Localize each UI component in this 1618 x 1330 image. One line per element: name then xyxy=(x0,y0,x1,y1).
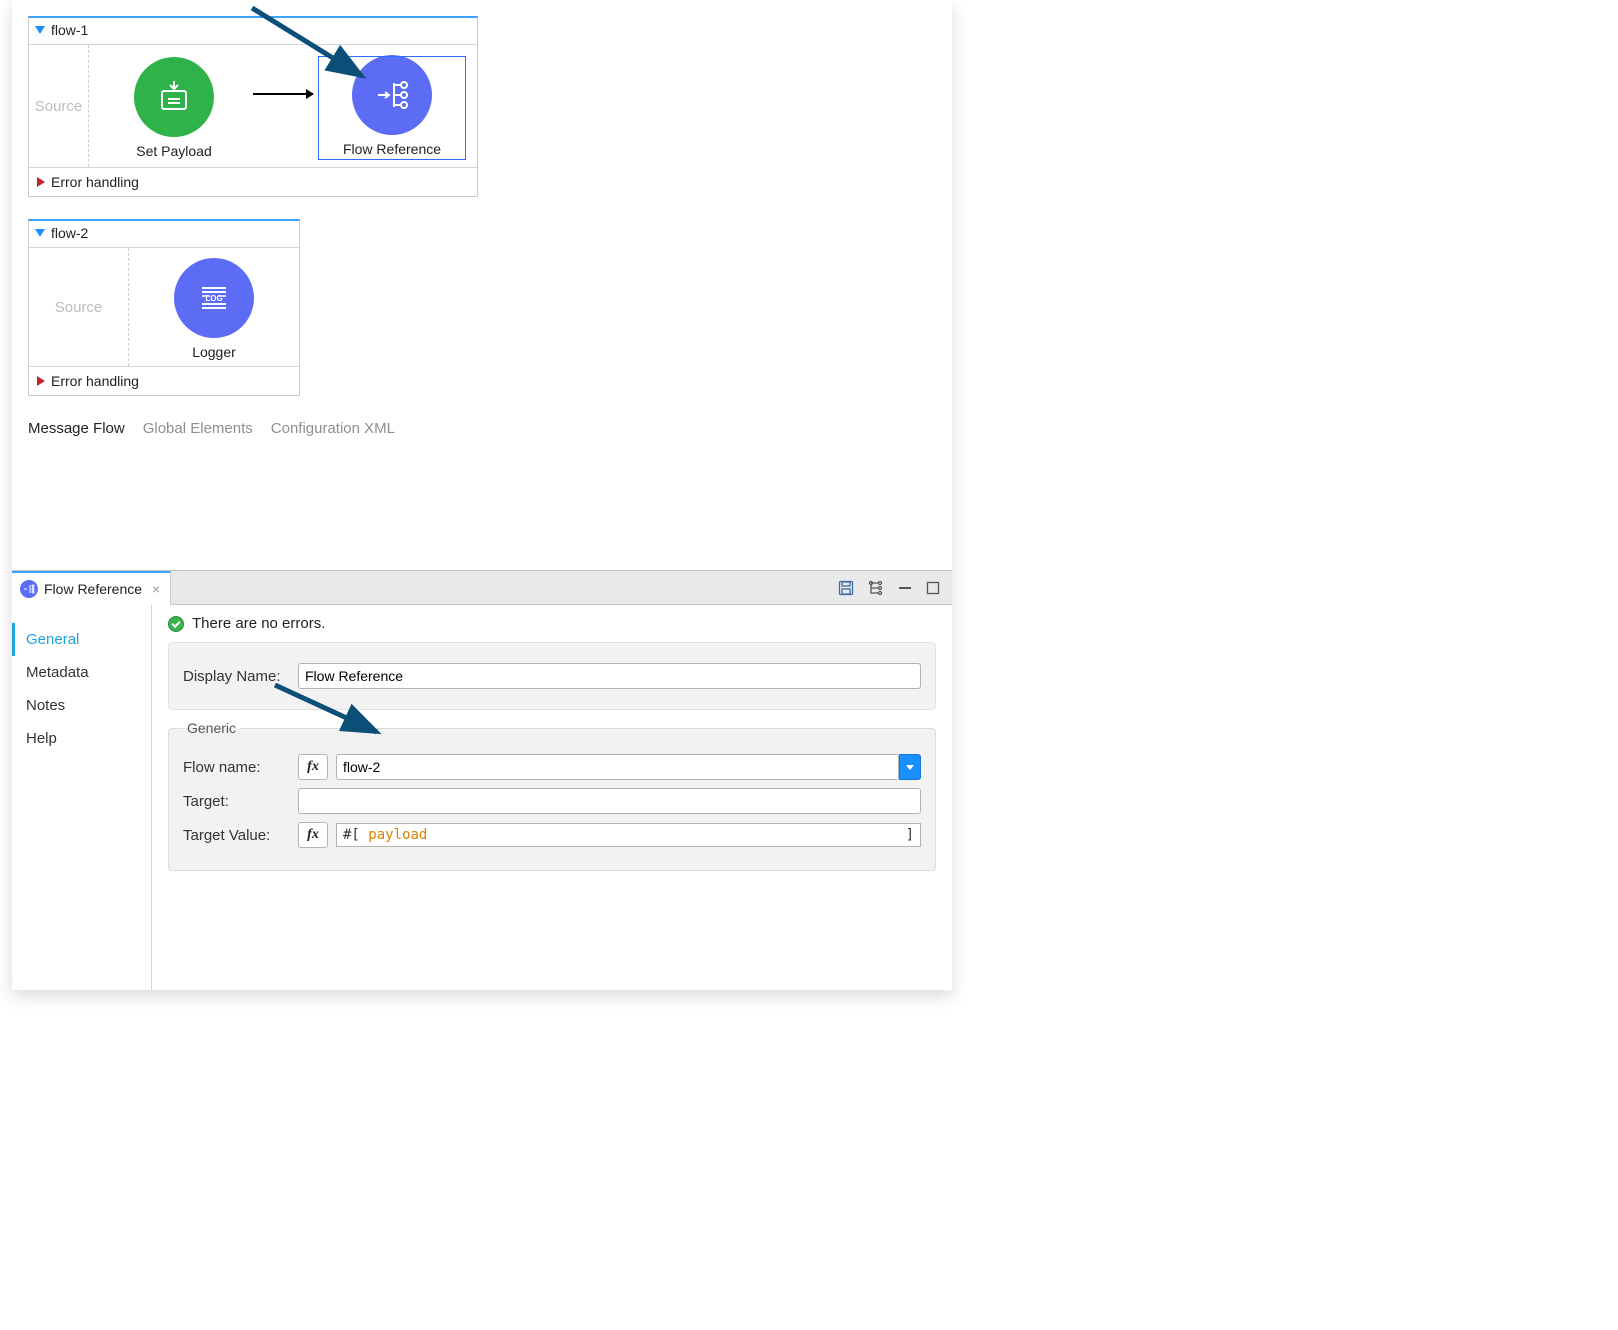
flow-container-2[interactable]: flow-2 Source LOG Logger xyxy=(28,219,300,396)
flow-name: flow-1 xyxy=(51,22,88,38)
display-name-input[interactable] xyxy=(298,663,921,689)
sidebar-item-metadata[interactable]: Metadata xyxy=(12,656,151,689)
tab-message-flow[interactable]: Message Flow xyxy=(28,420,125,437)
source-slot[interactable]: Source xyxy=(29,248,129,366)
chevron-down-icon[interactable] xyxy=(899,754,921,780)
status-row: There are no errors. xyxy=(168,615,936,632)
editor-tab-bar: Message Flow Global Elements Configurati… xyxy=(28,420,936,437)
error-handling-section[interactable]: Error handling xyxy=(29,167,477,196)
tree-icon[interactable] xyxy=(868,580,884,596)
ok-icon xyxy=(168,616,184,632)
flow-header[interactable]: flow-1 xyxy=(29,18,477,44)
source-slot[interactable]: Source xyxy=(29,45,89,167)
flow-name-label: Flow name: xyxy=(183,759,298,776)
fx-button[interactable]: fx xyxy=(298,822,328,848)
minimize-icon[interactable] xyxy=(898,580,912,596)
save-icon[interactable] xyxy=(838,580,854,596)
expand-icon[interactable] xyxy=(37,177,45,187)
close-icon[interactable]: × xyxy=(152,581,160,597)
sidebar-item-notes[interactable]: Notes xyxy=(12,689,151,722)
flow-reference-icon xyxy=(20,580,38,598)
flow-container-1[interactable]: flow-1 Source Set Payload xyxy=(28,16,478,197)
logger-icon: LOG xyxy=(174,258,254,338)
flow-reference-icon xyxy=(352,55,432,135)
connector-arrow xyxy=(253,93,313,95)
expand-icon[interactable] xyxy=(37,376,45,386)
properties-tab[interactable]: Flow Reference × xyxy=(12,571,171,605)
tab-global-elements[interactable]: Global Elements xyxy=(143,420,253,437)
sidebar-item-general[interactable]: General xyxy=(12,623,151,656)
sidebar-item-help[interactable]: Help xyxy=(12,722,151,755)
generic-legend: Generic xyxy=(183,720,240,736)
target-value-input[interactable]: #[ payload ] xyxy=(336,823,921,847)
flow-header[interactable]: flow-2 xyxy=(29,221,299,247)
set-payload-icon xyxy=(134,57,214,137)
error-handling-section[interactable]: Error handling xyxy=(29,366,299,395)
flow-name: flow-2 xyxy=(51,225,88,241)
properties-panel: Flow Reference × xyxy=(12,570,952,990)
target-value-label: Target Value: xyxy=(183,827,298,844)
processor-logger[interactable]: LOG Logger xyxy=(139,258,289,360)
tab-configuration-xml[interactable]: Configuration XML xyxy=(271,420,395,437)
fx-button[interactable]: fx xyxy=(298,754,328,780)
collapse-icon[interactable] xyxy=(35,26,45,34)
collapse-icon[interactable] xyxy=(35,229,45,237)
flow-name-select[interactable] xyxy=(336,754,899,780)
display-name-label: Display Name: xyxy=(183,668,298,685)
target-input[interactable] xyxy=(298,788,921,814)
processor-flow-reference[interactable]: Flow Reference xyxy=(317,55,467,161)
target-label: Target: xyxy=(183,793,298,810)
maximize-icon[interactable] xyxy=(926,580,940,596)
properties-sidebar: General Metadata Notes Help xyxy=(12,605,152,990)
processor-set-payload[interactable]: Set Payload xyxy=(99,57,249,159)
